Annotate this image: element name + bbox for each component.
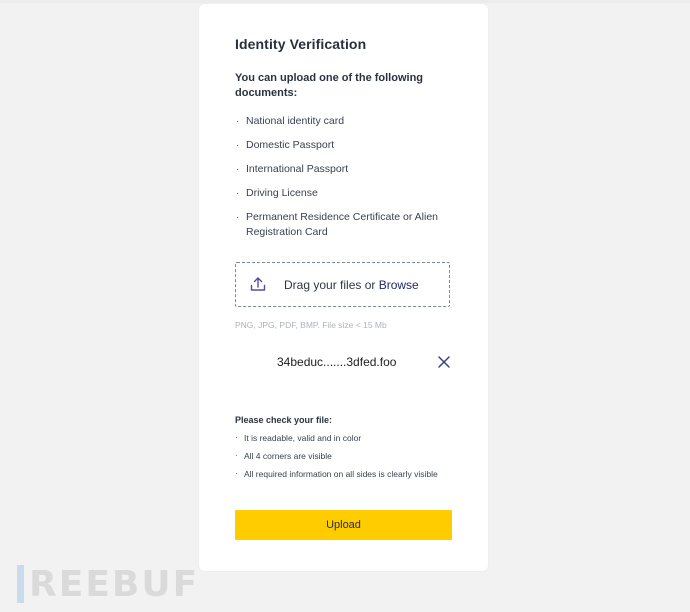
watermark-bar: [17, 565, 24, 603]
upload-icon: [250, 276, 266, 292]
dropzone-text: Drag your files or Browse: [284, 278, 419, 292]
check-label: All 4 corners are visible: [244, 451, 332, 461]
document-item: · International Passport: [235, 162, 465, 177]
browse-link[interactable]: Browse: [379, 278, 419, 292]
check-title: Please check your file:: [235, 415, 333, 425]
bullet: ·: [236, 116, 240, 127]
page-title: Identity Verification: [235, 36, 367, 52]
uploaded-file-row: 34beduc.......3dfed.foo: [235, 349, 455, 375]
bullet: ·: [236, 140, 240, 151]
document-item: · Domestic Passport: [235, 138, 465, 153]
file-name: 34beduc.......3dfed.foo: [277, 355, 397, 369]
top-divider: [0, 0, 690, 3]
check-label: All required information on all sides is…: [244, 469, 438, 479]
document-item: · Driving License: [235, 186, 465, 201]
bullet: ·: [236, 188, 240, 199]
file-requirements-hint: PNG, JPG, PDF, BMP. File size < 15 Mb: [235, 320, 387, 330]
document-item: · National identity card: [235, 114, 465, 129]
document-label: Driving License: [246, 187, 318, 199]
upload-button[interactable]: Upload: [235, 510, 452, 540]
document-label: National identity card: [246, 115, 345, 127]
document-label: International Passport: [246, 163, 349, 175]
document-label: Permanent Residence Certificate or Alien…: [246, 211, 439, 238]
bullet: ·: [235, 433, 238, 442]
check-list: · It is readable, valid and in color · A…: [235, 432, 438, 486]
document-item: · Permanent Residence Certificate or Ali…: [235, 210, 465, 240]
check-item: · It is readable, valid and in color: [235, 432, 438, 444]
file-dropzone[interactable]: Drag your files or Browse: [235, 262, 450, 307]
check-item: · All required information on all sides …: [235, 468, 438, 480]
check-label: It is readable, valid and in color: [244, 433, 362, 443]
close-icon[interactable]: [436, 354, 452, 370]
bullet: ·: [235, 469, 238, 478]
check-item: · All 4 corners are visible: [235, 450, 438, 462]
watermark-text: REEBUF: [29, 564, 200, 605]
bullet: ·: [236, 164, 240, 175]
verification-card: Identity Verification You can upload one…: [199, 4, 488, 571]
document-label: Domestic Passport: [246, 139, 335, 151]
document-list: · National identity card · Domestic Pass…: [235, 114, 465, 249]
intro-text: You can upload one of the following docu…: [235, 72, 424, 99]
bullet: ·: [236, 212, 240, 223]
bullet: ·: [235, 451, 238, 460]
dropzone-prompt: Drag your files or: [284, 278, 379, 292]
